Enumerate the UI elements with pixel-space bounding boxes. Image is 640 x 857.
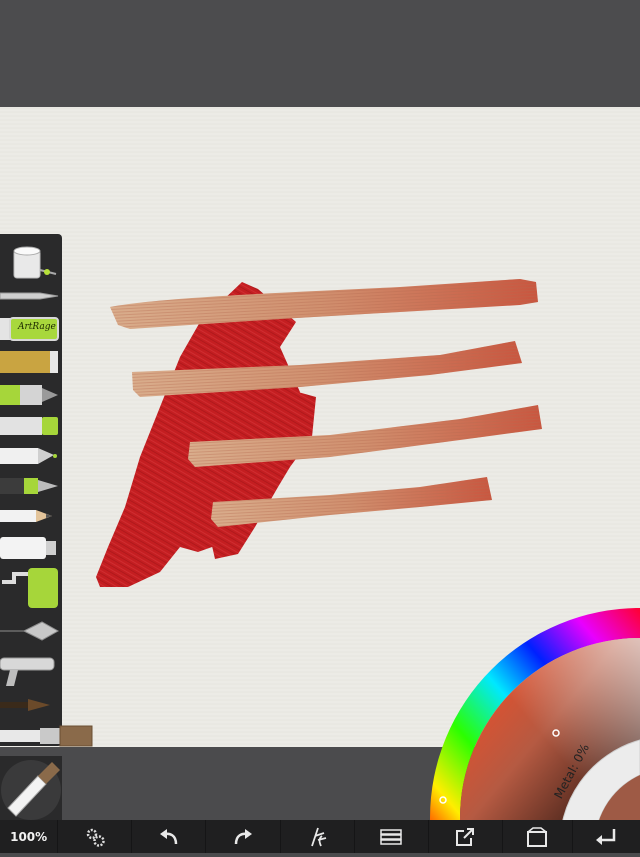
fine-pen-icon xyxy=(0,448,57,464)
redo-button[interactable] xyxy=(206,820,281,853)
undo-button[interactable] xyxy=(132,820,207,853)
gallery-icon xyxy=(527,826,548,847)
ink-pen-icon xyxy=(0,478,58,494)
knife-icon xyxy=(0,292,59,300)
palette-knife-icon xyxy=(0,621,60,641)
oil-brush-tool[interactable] xyxy=(0,722,96,750)
airbrush-tool[interactable] xyxy=(0,650,62,690)
paint-roller-icon xyxy=(2,568,58,608)
color-picker[interactable] xyxy=(420,600,640,854)
return-arrow-icon xyxy=(596,828,616,845)
oil-brush-icon xyxy=(0,725,93,747)
palette-knife-tool[interactable] xyxy=(0,618,62,644)
airbrush-icon xyxy=(0,657,55,686)
felt-tip-pen-tool[interactable] xyxy=(0,382,62,408)
tool-style-button[interactable] xyxy=(281,820,355,853)
eraser-tool[interactable]: ArtRage xyxy=(0,316,62,342)
share-button[interactable] xyxy=(429,820,503,853)
marker-icon xyxy=(0,417,58,435)
watercolor-brush-icon xyxy=(0,699,50,711)
zoom-button[interactable]: 100% xyxy=(0,820,59,853)
paint-tube-tool[interactable] xyxy=(0,534,62,562)
gears-icon xyxy=(86,828,105,847)
paint-bucket-tool[interactable] xyxy=(0,242,62,282)
layers-icon xyxy=(380,828,402,845)
settings-button[interactable] xyxy=(58,820,133,853)
pencil-icon xyxy=(0,510,52,522)
tool-rail: ArtRage xyxy=(0,234,93,747)
fine-pen-tool[interactable] xyxy=(0,444,62,468)
share-icon xyxy=(456,827,475,846)
glitter-tube-icon xyxy=(0,351,58,373)
felt-pen-icon xyxy=(0,385,58,405)
marker-tool[interactable] xyxy=(0,414,62,438)
tool-style-icon xyxy=(311,827,327,846)
bottom-toolbar: 100% xyxy=(0,820,640,853)
glitter-tube-tool[interactable] xyxy=(0,348,62,376)
layers-button[interactable] xyxy=(355,820,429,853)
gallery-button[interactable] xyxy=(503,820,573,853)
pencil-tool[interactable] xyxy=(0,504,62,528)
ink-pen-tool[interactable] xyxy=(0,474,62,498)
palette-knife-flat-tool[interactable] xyxy=(0,286,62,306)
paint-bucket-icon xyxy=(13,246,57,279)
redo-icon xyxy=(234,828,252,844)
watercolor-brush-tool[interactable] xyxy=(0,694,62,716)
back-button[interactable] xyxy=(573,820,640,853)
zoom-level: 100% xyxy=(10,829,48,844)
active-brush-icon xyxy=(1,760,61,820)
color-wheel xyxy=(430,608,640,854)
eraser-brand-label: ArtRage xyxy=(18,322,56,332)
active-tool-indicator[interactable] xyxy=(0,756,62,820)
paint-tube-icon xyxy=(0,537,56,559)
paint-roller-tool[interactable] xyxy=(0,566,62,610)
undo-icon xyxy=(159,828,178,844)
top-bar xyxy=(0,0,640,107)
